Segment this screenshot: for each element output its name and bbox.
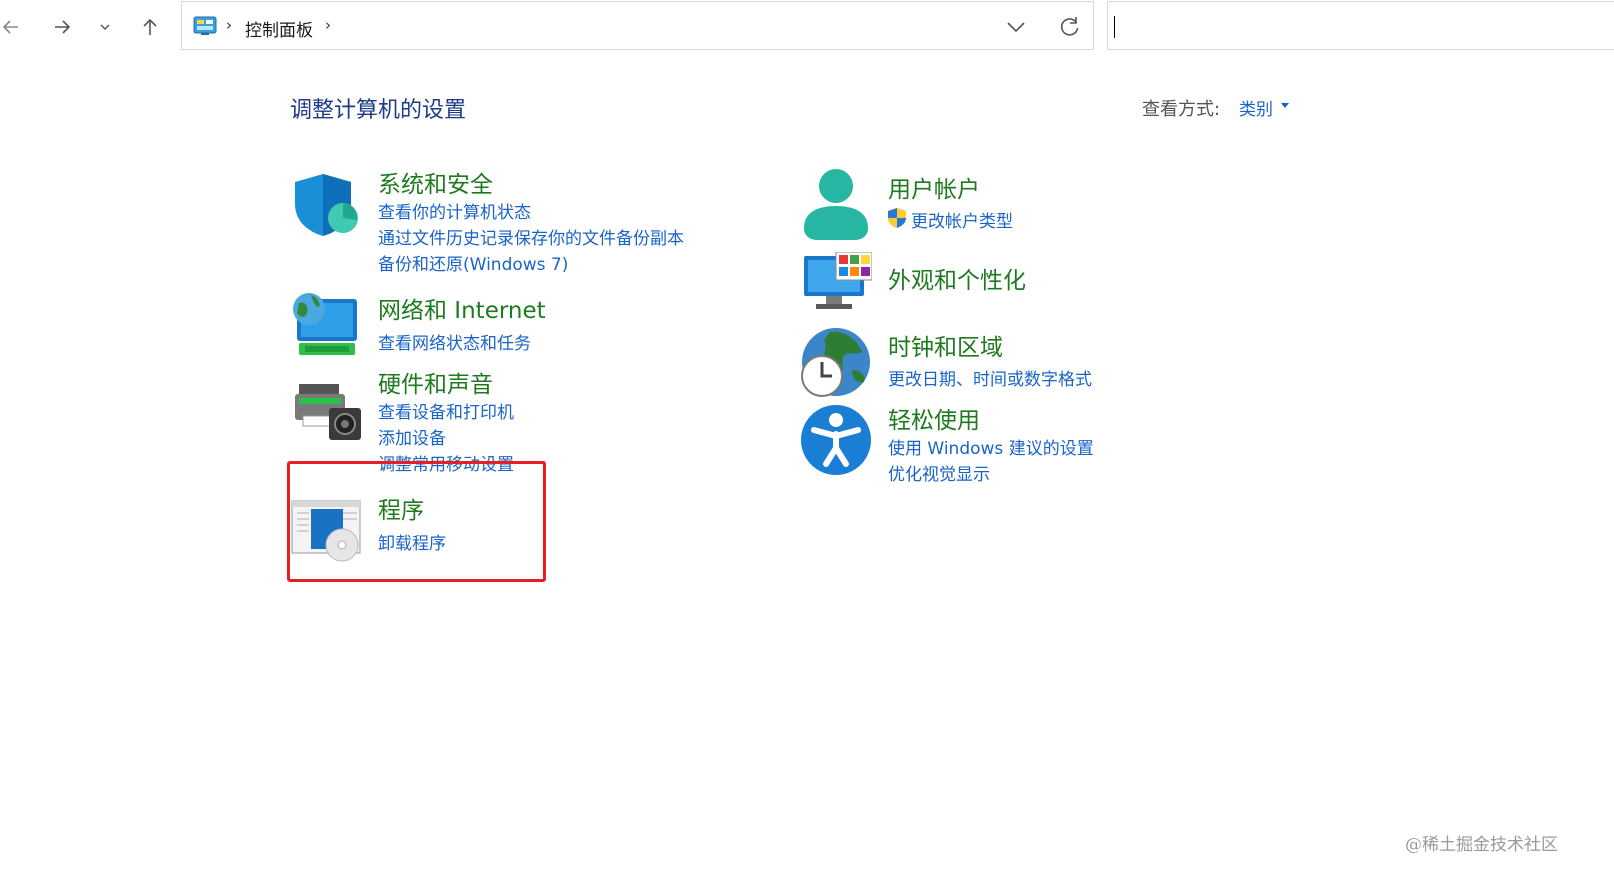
forward-button[interactable]	[45, 10, 79, 44]
link-optimize-visual-display[interactable]: 优化视觉显示	[888, 460, 990, 485]
globe-clock-icon[interactable]	[800, 326, 872, 398]
link-add-device[interactable]: 添加设备	[378, 424, 446, 449]
shield-icon[interactable]	[291, 172, 361, 240]
highlight-box	[287, 461, 546, 582]
link-change-account-type[interactable]: 更改帐户类型	[911, 207, 1013, 232]
link-network-status[interactable]: 查看网络状态和任务	[378, 329, 531, 354]
chevron-down-icon	[99, 21, 111, 33]
address-bar[interactable]: › 控制面板 ›	[181, 1, 1094, 50]
category-ease-of-access[interactable]: 轻松使用	[888, 401, 980, 435]
category-system-security[interactable]: 系统和安全	[378, 165, 493, 199]
view-by-dropdown[interactable]: 类别	[1239, 95, 1273, 120]
up-button[interactable]	[133, 10, 167, 44]
category-clock-region[interactable]: 时钟和区域	[888, 328, 1003, 362]
user-icon[interactable]	[802, 168, 870, 242]
breadcrumb-control-panel[interactable]: 控制面板	[245, 16, 313, 41]
refresh-icon	[1060, 17, 1079, 36]
link-change-date-time-format[interactable]: 更改日期、时间或数字格式	[888, 365, 1092, 390]
arrow-right-icon	[52, 17, 72, 37]
control-panel-icon	[193, 16, 217, 36]
back-button[interactable]	[0, 10, 28, 44]
search-input[interactable]	[1112, 10, 1596, 44]
link-file-history-backup[interactable]: 通过文件历史记录保存你的文件备份副本	[378, 224, 684, 249]
address-dropdown-button[interactable]	[1004, 16, 1028, 38]
view-by-label: 查看方式:	[1142, 99, 1221, 120]
refresh-button[interactable]	[1056, 14, 1082, 40]
category-user-accounts[interactable]: 用户帐户	[888, 170, 980, 204]
page-title: 调整计算机的设置	[290, 98, 467, 123]
arrow-left-icon	[1, 17, 21, 37]
breadcrumb-separator[interactable]: ›	[325, 16, 331, 34]
recent-locations-button[interactable]	[88, 10, 122, 44]
monitor-palette-icon[interactable]	[802, 251, 873, 314]
view-by-caret-icon[interactable]	[1281, 103, 1289, 108]
search-box[interactable]	[1107, 1, 1614, 50]
uac-shield-icon	[886, 207, 908, 229]
category-appearance-personalization[interactable]: 外观和个性化	[888, 261, 1026, 295]
printer-speaker-icon[interactable]	[293, 380, 363, 442]
link-windows-recommended-settings[interactable]: 使用 Windows 建议的设置	[888, 434, 1094, 459]
watermark: @稀土掘金技术社区	[1405, 835, 1558, 855]
arrow-up-icon	[140, 17, 160, 37]
category-network-internet[interactable]: 网络和 Internet	[378, 291, 546, 325]
network-globe-monitor-icon[interactable]	[291, 291, 361, 359]
link-devices-printers[interactable]: 查看设备和打印机	[378, 398, 514, 423]
link-backup-restore[interactable]: 备份和还原(Windows 7)	[378, 250, 568, 275]
accessibility-icon[interactable]	[800, 404, 872, 476]
category-hardware-sound[interactable]: 硬件和声音	[378, 365, 493, 399]
link-view-computer-status[interactable]: 查看你的计算机状态	[378, 198, 531, 223]
breadcrumb-separator: ›	[226, 16, 232, 34]
